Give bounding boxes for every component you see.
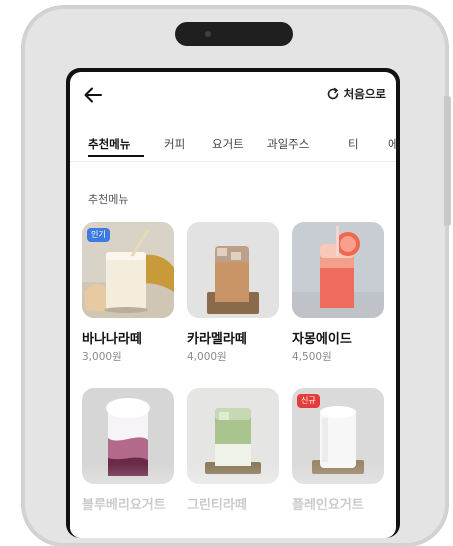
menu-card-caramel-latte[interactable]: 카라멜라떼 4,000원 (187, 222, 279, 363)
menu-image (292, 222, 384, 318)
section-title: 추천메뉴 (88, 193, 129, 206)
menu-card-green-tea-latte[interactable]: 그린티라떼 (187, 388, 279, 513)
menu-card-plain-yogurt[interactable]: 신규 플레인요거트 (292, 388, 384, 513)
app-screen: 처음으로 추천메뉴 커피 요거트 과일주스 티 에 추천메뉴 인기 바나나라떼 (70, 72, 396, 538)
back-button[interactable] (82, 84, 104, 106)
arrow-left-icon (84, 87, 102, 103)
menu-card-banana-latte[interactable]: 인기 바나나라떼 3,000원 (82, 222, 174, 363)
menu-card-blueberry-yogurt[interactable]: 블루베리요거트 (82, 388, 174, 513)
restart-label: 처음으로 (343, 87, 386, 101)
tab-yogurt[interactable]: 요거트 (212, 136, 244, 152)
restart-button[interactable]: 처음으로 (326, 86, 386, 102)
menu-price: 4,500원 (292, 351, 332, 363)
popular-badge: 인기 (87, 228, 110, 242)
menu-name: 바나나라떼 (82, 332, 142, 347)
menu-card-grapefruit-ade[interactable]: 자몽에이드 4,500원 (292, 222, 384, 363)
menu-image (187, 222, 279, 318)
menu-image: 신규 (292, 388, 384, 484)
menu-name: 블루베리요거트 (82, 498, 166, 513)
new-badge: 신규 (297, 394, 320, 408)
tab-fruit-juice[interactable]: 과일주스 (267, 136, 309, 152)
tab-ade[interactable]: 에 (388, 136, 396, 152)
menu-price: 3,000원 (82, 351, 122, 363)
tab-recommended[interactable]: 추천메뉴 (88, 136, 130, 152)
menu-image: 인기 (82, 222, 174, 318)
phone-side-button (444, 96, 451, 226)
menu-name: 그린티라떼 (187, 498, 247, 513)
camera-lens (205, 31, 211, 37)
tab-coffee[interactable]: 커피 (164, 136, 185, 152)
menu-name: 플레인요거트 (292, 498, 364, 513)
menu-image (187, 388, 279, 484)
camera-notch (175, 22, 293, 46)
tabs-divider (70, 161, 396, 162)
tab-tea[interactable]: 티 (348, 136, 359, 152)
active-tab-indicator (88, 155, 144, 157)
menu-name: 카라멜라떼 (187, 332, 247, 347)
refresh-icon (327, 87, 338, 100)
menu-image (82, 388, 174, 484)
menu-price: 4,000원 (187, 351, 227, 363)
menu-name: 자몽에이드 (292, 332, 352, 347)
